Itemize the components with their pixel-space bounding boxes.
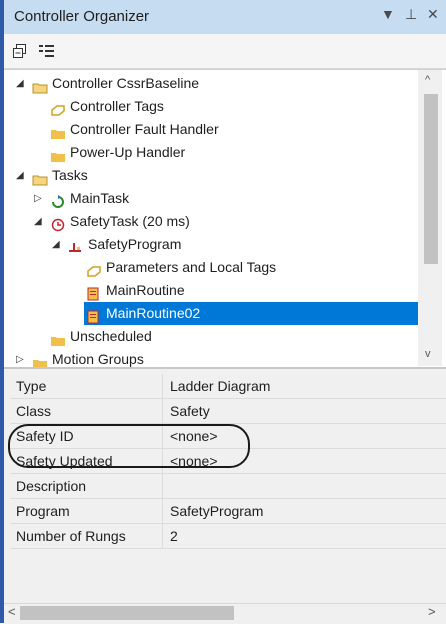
- tree-item-label: Power-Up Handler: [70, 144, 186, 160]
- toolbar: [4, 34, 446, 69]
- organizer-tree: ◢ Controller CssrBaseline Controller Tags C…: [4, 69, 446, 369]
- tree-item[interactable]: Controller Tags: [4, 95, 418, 118]
- expanded-toggle-icon[interactable]: ◢: [16, 72, 24, 95]
- scroll-right-icon[interactable]: >: [428, 604, 436, 619]
- property-row[interactable]: Number of Rungs 2: [10, 524, 446, 549]
- tree-item[interactable]: Unscheduled: [4, 325, 418, 348]
- property-divider: [162, 499, 163, 523]
- pin-icon[interactable]: ⊥: [405, 6, 417, 23]
- property-name: Type: [16, 378, 47, 394]
- tree-item-label: MainRoutine02: [106, 305, 201, 321]
- tree-item[interactable]: Controller Fault Handler: [4, 118, 418, 141]
- property-divider: [162, 474, 163, 498]
- property-row[interactable]: Program SafetyProgram: [10, 499, 446, 524]
- tree-item-label: MainRoutine: [106, 282, 185, 298]
- tree-item-label: SafetyTask (20 ms): [70, 213, 190, 229]
- vertical-scroll-thumb[interactable]: [424, 94, 438, 264]
- tree-item[interactable]: MainRoutine02: [84, 302, 422, 325]
- property-row[interactable]: Class Safety: [10, 399, 446, 424]
- collapsed-toggle-icon[interactable]: ▷: [34, 187, 42, 210]
- property-row[interactable]: Description: [10, 474, 446, 499]
- tree-item-label: Controller Fault Handler: [70, 121, 219, 137]
- property-name: Description: [16, 478, 87, 494]
- property-value: 2: [170, 528, 178, 544]
- tree-item-label: Parameters and Local Tags: [106, 259, 277, 275]
- expanded-toggle-icon[interactable]: ◢: [52, 233, 60, 256]
- properties-view-icon[interactable]: [38, 43, 56, 59]
- tree-item-label: SafetyProgram: [88, 236, 182, 252]
- property-divider: [162, 374, 163, 398]
- property-divider: [162, 524, 163, 548]
- tree-item[interactable]: Power-Up Handler: [4, 141, 418, 164]
- collapse-all-icon[interactable]: [12, 43, 28, 59]
- tree-item-label: MainTask: [70, 190, 130, 206]
- tree-item[interactable]: ◢ Controller CssrBaseline: [4, 72, 418, 95]
- scroll-left-icon[interactable]: <: [8, 604, 16, 619]
- property-divider: [162, 399, 163, 423]
- window-title: Controller Organizer: [14, 8, 150, 25]
- property-value: SafetyProgram: [170, 503, 264, 519]
- expanded-toggle-icon[interactable]: ◢: [16, 164, 24, 187]
- tree-item[interactable]: ◢ SafetyProgram: [4, 233, 418, 256]
- property-value: Safety: [170, 403, 210, 419]
- properties-panel: Type Ladder Diagram Class Safety Safety ID <n…: [4, 367, 446, 605]
- tree-item[interactable]: ▷ MainTask: [4, 187, 418, 210]
- tree-item-label: Controller CssrBaseline: [52, 75, 200, 91]
- expanded-toggle-icon[interactable]: ◢: [34, 210, 42, 233]
- scroll-up-icon[interactable]: ^: [425, 74, 430, 86]
- tree-item[interactable]: MainRoutine: [4, 279, 418, 302]
- horizontal-scroll-thumb[interactable]: [20, 606, 234, 620]
- property-row[interactable]: Type Ladder Diagram: [10, 374, 446, 399]
- dropdown-icon[interactable]: ▼: [381, 6, 395, 22]
- property-value: Ladder Diagram: [170, 378, 271, 394]
- scroll-down-icon[interactable]: v: [425, 348, 431, 360]
- close-icon[interactable]: ✕: [427, 6, 439, 23]
- tree-item-label: Unscheduled: [70, 328, 152, 344]
- tree-item[interactable]: Parameters and Local Tags: [4, 256, 418, 279]
- property-name: Program: [16, 503, 70, 519]
- property-name: Number of Rungs: [16, 528, 126, 544]
- title-bar: Controller Organizer ▼ ⊥ ✕: [4, 0, 446, 34]
- tree-item[interactable]: ◢ SafetyTask (20 ms): [4, 210, 418, 233]
- highlight-oval: [8, 424, 250, 468]
- property-name: Class: [16, 403, 52, 419]
- tree-item[interactable]: ◢ Tasks: [4, 164, 418, 187]
- tree-item-label: Controller Tags: [70, 98, 164, 114]
- tree-item-label: Tasks: [52, 167, 88, 183]
